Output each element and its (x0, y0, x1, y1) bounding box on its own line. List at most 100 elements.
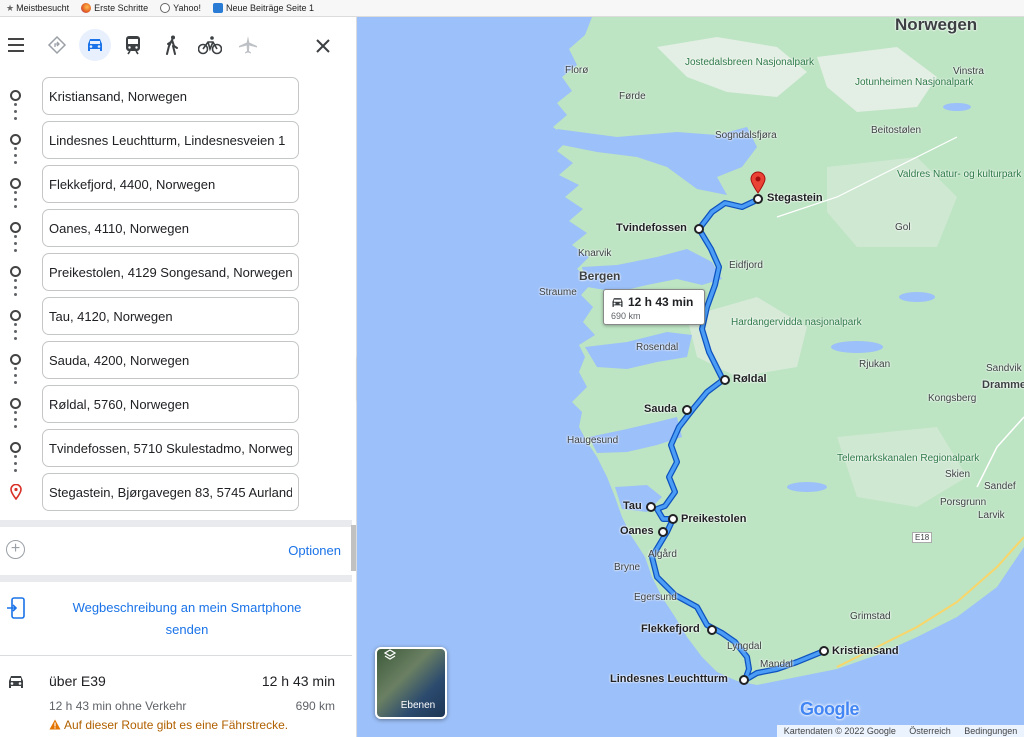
place-label: Florø (565, 65, 589, 76)
route-stop-label[interactable]: Tau (623, 500, 642, 512)
section-divider (0, 655, 352, 656)
car-icon (9, 676, 23, 688)
waypoint-row (0, 253, 356, 291)
app-window: ★ Meistbesucht Erste Schritte Yahoo! Neu… (0, 0, 1024, 737)
place-label: Sandef (984, 481, 1016, 492)
route-stop-label[interactable]: Tvindefossen (616, 222, 687, 234)
ferry-warning: Auf dieser Route gibt es eine Fährstreck… (49, 718, 288, 732)
waypoint-circle-icon (10, 90, 21, 101)
bookmark-label: Erste Schritte (94, 3, 149, 13)
park-label: Valdres Natur- og kulturpark (897, 169, 1022, 180)
place-label: Egersund (634, 592, 677, 603)
country-label: Norwegen (895, 17, 978, 34)
waypoint-row (0, 121, 356, 159)
route-name: über E39 (49, 673, 106, 689)
walk-mode-button[interactable] (156, 29, 188, 61)
place-label: Gol (895, 222, 911, 233)
bookmark-yahoo[interactable]: Yahoo! (160, 3, 201, 13)
route-stop-label[interactable]: Røldal (733, 373, 767, 385)
route-traffic-note: 12 h 43 min ohne Verkehr (49, 699, 187, 713)
walk-icon (166, 35, 178, 55)
firefox-icon (81, 3, 92, 13)
bookmark-label: Neue Beiträge Seite 1 (226, 3, 315, 13)
airplane-icon (239, 36, 257, 54)
route-stop-label[interactable]: Sauda (644, 403, 677, 415)
flight-mode-button[interactable] (232, 29, 264, 61)
diamond-route-icon (47, 35, 67, 55)
route-duration: 12 h 43 min (261, 673, 335, 689)
layers-button[interactable]: Ebenen (375, 647, 447, 719)
send-to-phone-icon (7, 597, 25, 619)
waypoint-row (0, 473, 356, 511)
place-label: Sogndalsfjøra (715, 130, 777, 141)
route-stop-label[interactable]: Lindesnes Leuchtturm (610, 673, 728, 685)
waypoint-input[interactable] (42, 297, 299, 335)
waypoint-circle-icon (10, 222, 21, 233)
waypoint-row (0, 341, 356, 379)
section-divider (0, 575, 352, 582)
place-label: Beitostølen (871, 125, 922, 136)
bookmark-meistbesucht[interactable]: ★ Meistbesucht (6, 3, 69, 14)
place-label: Porsgrunn (940, 497, 987, 508)
map-attribution-bar: Kartendaten © 2022 Google Österreich Bed… (777, 725, 1024, 737)
best-route-mode-button[interactable] (41, 29, 73, 61)
bookmark-erste-schritte[interactable]: Erste Schritte (81, 3, 148, 13)
bicycle-mode-button[interactable] (194, 29, 226, 61)
waypoint-input[interactable] (42, 121, 299, 159)
waypoint-circle-icon (10, 134, 21, 145)
waypoint-input[interactable] (42, 473, 299, 511)
waypoint-row (0, 209, 356, 247)
map-canvas[interactable]: Norwegen Bergen Drammen Florø Førde Sogn… (357, 17, 1024, 737)
bookmark-neue-beitraege[interactable]: Neue Beiträge Seite 1 (213, 3, 314, 13)
bookmarks-bar: ★ Meistbesucht Erste Schritte Yahoo! Neu… (0, 0, 1024, 17)
route-stop-label[interactable]: Stegastein (767, 192, 823, 204)
waypoint-row (0, 77, 356, 115)
region-link[interactable]: Österreich (909, 726, 951, 736)
place-label: Rjukan (859, 359, 891, 370)
waypoint-input[interactable] (42, 165, 299, 203)
waypoint-input[interactable] (42, 429, 299, 467)
waypoint-input[interactable] (42, 77, 299, 115)
waypoint-circle-icon (10, 442, 21, 453)
layers-icon (384, 649, 396, 660)
section-divider (0, 520, 352, 527)
place-label: Sandvik (986, 363, 1022, 374)
car-mode-button[interactable] (79, 29, 111, 61)
transit-mode-button[interactable] (117, 29, 149, 61)
google-logo: Google (800, 699, 860, 719)
route-stop-label[interactable]: Kristiansand (832, 645, 899, 657)
destination-pin-icon (10, 484, 22, 500)
route-stop-label[interactable]: Oanes (620, 525, 654, 537)
star-icon: ★ (6, 2, 15, 13)
add-destination-icon[interactable]: + (6, 540, 25, 559)
bubble-duration: 12 h 43 min (628, 295, 694, 309)
waypoint-row (0, 297, 356, 335)
route-duration-bubble[interactable]: 12 h 43 min 690 km (603, 289, 705, 325)
globe-icon (160, 3, 171, 13)
place-label: Mandal (760, 659, 793, 670)
options-link[interactable]: Optionen (288, 543, 341, 558)
waypoint-circle-icon (10, 398, 21, 409)
travel-mode-bar (0, 17, 356, 75)
waypoint-input[interactable] (42, 385, 299, 423)
menu-icon[interactable] (6, 35, 26, 55)
place-label: Eidfjord (729, 260, 763, 271)
close-icon[interactable] (312, 35, 334, 57)
place-label: Rosendal (636, 342, 679, 353)
send-to-phone-row[interactable]: Wegbeschreibung an mein Smartphone sende… (0, 583, 352, 655)
bubble-distance: 690 km (611, 311, 641, 321)
waypoint-input[interactable] (42, 209, 299, 247)
place-label: Larvik (978, 510, 1005, 521)
waypoint-input[interactable] (42, 253, 299, 291)
terms-link[interactable]: Bedingungen (964, 726, 1017, 736)
route-option[interactable]: über E39 12 h 43 min 12 h 43 min ohne Ve… (0, 659, 352, 737)
waypoint-row (0, 385, 356, 423)
bookmark-label: Meistbesucht (16, 3, 70, 13)
waypoint-input[interactable] (42, 341, 299, 379)
road-shield: E18 (912, 532, 933, 543)
ferry-warning-text: Auf dieser Route gibt es eine Fährstreck… (64, 718, 289, 732)
place-label: Grimstad (850, 611, 891, 622)
route-stop-label[interactable]: Preikestolen (681, 513, 746, 525)
route-stop-label[interactable]: Flekkefjord (641, 623, 700, 635)
send-to-phone-link[interactable]: Wegbeschreibung an mein Smartphone sende… (62, 597, 312, 641)
